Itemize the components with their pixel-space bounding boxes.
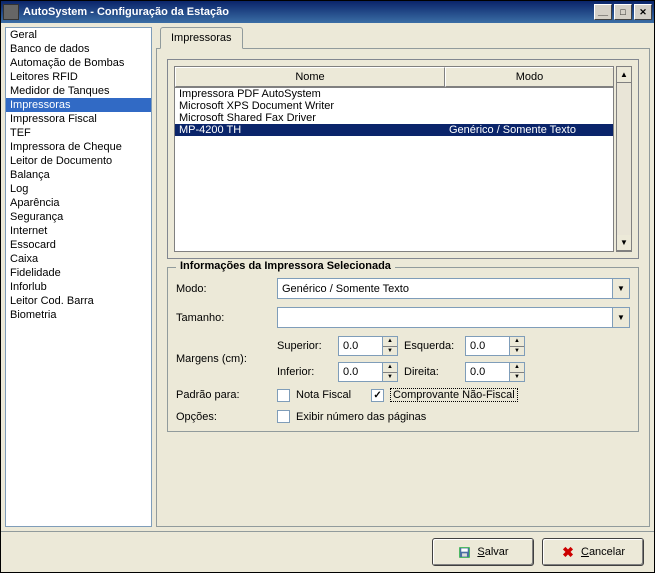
inferior-label: Inferior: xyxy=(277,366,332,378)
superior-label: Superior: xyxy=(277,340,332,352)
sidebar-item-banco-de-dados[interactable]: Banco de dados xyxy=(6,42,151,56)
modo-value: Genérico / Somente Texto xyxy=(282,283,409,295)
margens-label: Margens (cm): xyxy=(176,353,271,365)
sidebar-item-fidelidade[interactable]: Fidelidade xyxy=(6,266,151,280)
cell-nome: Microsoft Shared Fax Driver xyxy=(179,112,449,124)
spin-up-icon[interactable]: ▲ xyxy=(510,363,524,373)
group-title: Informações da Impressora Selecionada xyxy=(176,260,395,272)
table-row[interactable]: Microsoft Shared Fax Driver xyxy=(175,112,613,124)
spin-down-icon[interactable]: ▼ xyxy=(383,347,397,356)
scroll-up-icon[interactable]: ▲ xyxy=(617,67,631,83)
tamanho-dropdown[interactable]: ▼ xyxy=(277,307,630,328)
spin-up-icon[interactable]: ▲ xyxy=(383,337,397,347)
opcoes-label: Opções: xyxy=(176,411,271,423)
esquerda-input[interactable]: 0.0 ▲▼ xyxy=(465,336,525,356)
sidebar-item-tef[interactable]: TEF xyxy=(6,126,151,140)
close-button[interactable]: ✕ xyxy=(634,4,652,20)
save-icon xyxy=(457,545,471,559)
sidebar-item-internet[interactable]: Internet xyxy=(6,224,151,238)
comprovante-label: Comprovante Não-Fiscal xyxy=(390,388,518,402)
cancel-icon: ✖ xyxy=(561,545,575,559)
table-row[interactable]: MP-4200 THGenérico / Somente Texto xyxy=(175,124,613,136)
column-header-modo[interactable]: Modo xyxy=(445,67,613,87)
printers-table: Nome Modo Impressora PDF AutoSystemMicro… xyxy=(167,59,639,259)
spin-up-icon[interactable]: ▲ xyxy=(383,363,397,373)
sidebar-item-segurança[interactable]: Segurança xyxy=(6,210,151,224)
cell-nome: Microsoft XPS Document Writer xyxy=(179,100,449,112)
sidebar-item-automação-de-bombas[interactable]: Automação de Bombas xyxy=(6,56,151,70)
table-row[interactable]: Microsoft XPS Document Writer xyxy=(175,100,613,112)
esquerda-label: Esquerda: xyxy=(404,340,459,352)
chevron-down-icon[interactable]: ▼ xyxy=(612,279,629,298)
minimize-button[interactable]: __ xyxy=(594,4,612,20)
sidebar-item-geral[interactable]: Geral xyxy=(6,28,151,42)
table-row[interactable]: Impressora PDF AutoSystem xyxy=(175,88,613,100)
app-icon xyxy=(3,4,19,20)
cell-nome: Impressora PDF AutoSystem xyxy=(179,88,449,100)
cell-modo xyxy=(449,112,609,124)
sidebar-item-log[interactable]: Log xyxy=(6,182,151,196)
padrao-label: Padrão para: xyxy=(176,389,271,401)
exibir-checkbox[interactable] xyxy=(277,410,290,423)
app-window: AutoSystem - Configuração da Estação __ … xyxy=(0,0,655,573)
spin-down-icon[interactable]: ▼ xyxy=(510,347,524,356)
inferior-input[interactable]: 0.0 ▲▼ xyxy=(338,362,398,382)
cell-modo xyxy=(449,88,609,100)
superior-input[interactable]: 0.0 ▲▼ xyxy=(338,336,398,356)
cell-modo: Genérico / Somente Texto xyxy=(449,124,609,136)
nota-fiscal-label: Nota Fiscal xyxy=(296,389,351,401)
chevron-down-icon[interactable]: ▼ xyxy=(612,308,629,327)
spin-up-icon[interactable]: ▲ xyxy=(510,337,524,347)
cell-nome: MP-4200 TH xyxy=(179,124,449,136)
sidebar-item-balança[interactable]: Balança xyxy=(6,168,151,182)
cell-modo xyxy=(449,100,609,112)
window-title: AutoSystem - Configuração da Estação xyxy=(23,6,592,18)
sidebar-item-inforlub[interactable]: Inforlub xyxy=(6,280,151,294)
printer-details-group: Informações da Impressora Selecionada Mo… xyxy=(167,267,639,432)
sidebar-item-impressora-fiscal[interactable]: Impressora Fiscal xyxy=(6,112,151,126)
column-header-nome[interactable]: Nome xyxy=(175,67,445,87)
titlebar: AutoSystem - Configuração da Estação __ … xyxy=(1,1,654,23)
direita-label: Direita: xyxy=(404,366,459,378)
modo-label: Modo: xyxy=(176,283,271,295)
spin-down-icon[interactable]: ▼ xyxy=(383,373,397,382)
nota-fiscal-checkbox[interactable] xyxy=(277,389,290,402)
save-button[interactable]: Salvar xyxy=(432,538,534,566)
sidebar-item-biometria[interactable]: Biometria xyxy=(6,308,151,322)
scroll-down-icon[interactable]: ▼ xyxy=(617,235,631,251)
sidebar-item-leitor-de-documento[interactable]: Leitor de Documento xyxy=(6,154,151,168)
tab-impressoras[interactable]: Impressoras xyxy=(160,27,243,49)
sidebar-item-aparência[interactable]: Aparência xyxy=(6,196,151,210)
sidebar-item-impressora-de-cheque[interactable]: Impressora de Cheque xyxy=(6,140,151,154)
sidebar-item-impressoras[interactable]: Impressoras xyxy=(6,98,151,112)
maximize-button[interactable]: □ xyxy=(614,4,632,20)
cancel-button[interactable]: ✖ Cancelar xyxy=(542,538,644,566)
sidebar-item-leitores-rfid[interactable]: Leitores RFID xyxy=(6,70,151,84)
exibir-label: Exibir número das páginas xyxy=(296,411,426,423)
sidebar-item-caixa[interactable]: Caixa xyxy=(6,252,151,266)
sidebar-item-medidor-de-tanques[interactable]: Medidor de Tanques xyxy=(6,84,151,98)
sidebar: GeralBanco de dadosAutomação de BombasLe… xyxy=(5,27,152,527)
direita-input[interactable]: 0.0 ▲▼ xyxy=(465,362,525,382)
comprovante-checkbox[interactable] xyxy=(371,389,384,402)
spin-down-icon[interactable]: ▼ xyxy=(510,373,524,382)
sidebar-item-leitor-cod.-barra[interactable]: Leitor Cod. Barra xyxy=(6,294,151,308)
modo-dropdown[interactable]: Genérico / Somente Texto ▼ xyxy=(277,278,630,299)
sidebar-item-essocard[interactable]: Essocard xyxy=(6,238,151,252)
tamanho-label: Tamanho: xyxy=(176,312,271,324)
footer: Salvar ✖ Cancelar xyxy=(1,531,654,572)
table-scrollbar[interactable]: ▲ ▼ xyxy=(616,66,632,252)
